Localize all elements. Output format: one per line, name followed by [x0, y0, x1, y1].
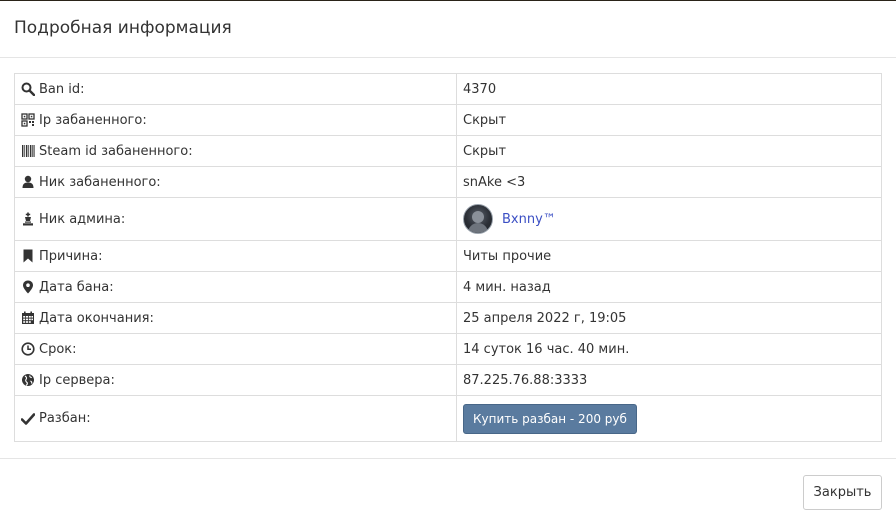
details-modal: Подробная информация Ban id: 4370 Ip заб… — [0, 1, 896, 521]
table-row: Разбан: Купить разбан - 200 руб — [14, 395, 882, 442]
steam-id-label: Steam id забаненного: — [39, 143, 193, 159]
end-date-value: 25 апреля 2022 г, 19:05 — [456, 302, 882, 334]
unban-cell: Купить разбан - 200 руб — [456, 395, 882, 442]
chess-king-icon — [21, 212, 35, 226]
ip-banned-value: Скрыт — [456, 104, 882, 136]
user-icon — [21, 175, 35, 189]
label-cell: Срок: — [14, 333, 457, 365]
steam-id-value: Скрыт — [456, 135, 882, 167]
table-row: Ip сервера: 87.225.76.88:3333 — [14, 364, 882, 396]
modal-body: Ban id: 4370 Ip забаненного: Скрыт Steam… — [0, 58, 896, 442]
reason-label: Причина: — [39, 248, 103, 264]
ip-banned-label: Ip забаненного: — [39, 112, 147, 128]
barcode-icon — [21, 144, 35, 158]
label-cell: Ip забаненного: — [14, 104, 457, 136]
search-icon — [21, 82, 35, 96]
calendar-icon — [21, 311, 35, 325]
admin-nick-cell: Bxnny™ — [456, 197, 882, 241]
admin-profile-link[interactable]: Bxnny™ — [502, 212, 556, 227]
table-row: Причина: Читы прочие — [14, 240, 882, 272]
admin-nick-label: Ник админа: — [39, 211, 126, 227]
modal-footer: Закрыть — [0, 458, 896, 521]
table-row: Срок: 14 суток 16 час. 40 мин. — [14, 333, 882, 365]
ban-id-value: 4370 — [456, 73, 882, 105]
unban-label: Разбан: — [39, 411, 91, 426]
avatar[interactable] — [463, 204, 493, 234]
reason-value: Читы прочие — [456, 240, 882, 272]
end-date-label: Дата окончания: — [39, 310, 154, 326]
bookmark-icon — [21, 249, 35, 263]
table-row: Steam id забаненного: Скрыт — [14, 135, 882, 167]
label-cell: Дата окончания: — [14, 302, 457, 334]
ban-id-label: Ban id: — [39, 81, 85, 97]
modal-header: Подробная информация — [0, 1, 896, 58]
server-ip-value: 87.225.76.88:3333 — [456, 364, 882, 396]
table-row: Ip забаненного: Скрыт — [14, 104, 882, 136]
label-cell: Ban id: — [14, 73, 457, 105]
table-row: Дата окончания: 25 апреля 2022 г, 19:05 — [14, 302, 882, 334]
table-row: Ник забаненного: snAke <3 — [14, 166, 882, 198]
table-row: Дата бана: 4 мин. назад — [14, 271, 882, 303]
term-label: Срок: — [39, 341, 77, 357]
table-row: Ban id: 4370 — [14, 73, 882, 105]
ban-info-table: Ban id: 4370 Ip забаненного: Скрыт Steam… — [14, 73, 882, 442]
label-cell: Steam id забаненного: — [14, 135, 457, 167]
label-cell: Дата бана: — [14, 271, 457, 303]
term-value: 14 суток 16 час. 40 мин. — [456, 333, 882, 365]
label-cell: Причина: — [14, 240, 457, 272]
map-marker-icon — [21, 280, 35, 294]
ban-date-label: Дата бана: — [39, 279, 114, 295]
checkmark-icon — [21, 412, 35, 426]
clock-icon — [21, 342, 35, 356]
modal-title: Подробная информация — [14, 18, 232, 38]
banned-nick-label: Ник забаненного: — [39, 174, 161, 190]
close-button[interactable]: Закрыть — [803, 475, 882, 510]
label-cell: Разбан: — [14, 395, 457, 442]
qrcode-icon — [21, 113, 35, 127]
server-ip-label: Ip сервера: — [39, 372, 115, 388]
buy-unban-button[interactable]: Купить разбан - 200 руб — [463, 403, 637, 434]
ban-date-value: 4 мин. назад — [456, 271, 882, 303]
table-row: Ник админа: Bxnny™ — [14, 197, 882, 241]
label-cell: Ip сервера: — [14, 364, 457, 396]
label-cell: Ник забаненного: — [14, 166, 457, 198]
banned-nick-value: snAke <3 — [456, 166, 882, 198]
globe-icon — [21, 373, 35, 387]
label-cell: Ник админа: — [14, 197, 457, 241]
